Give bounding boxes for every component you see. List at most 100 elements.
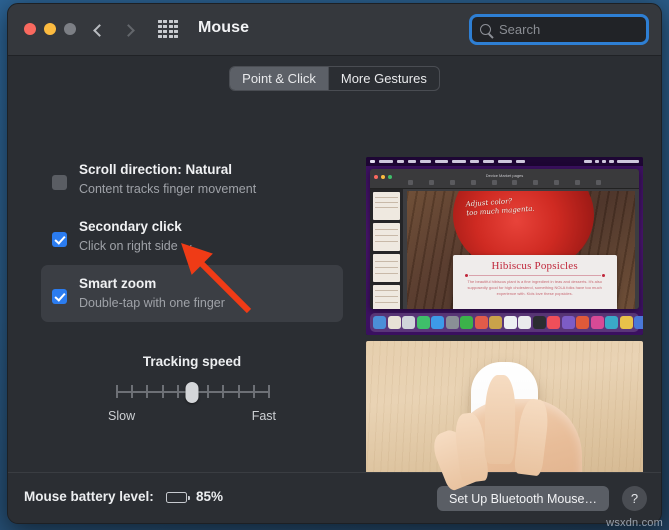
dock-icon — [503, 316, 517, 329]
recipe-body: The beautiful hibiscus plant is a fine i… — [467, 278, 602, 296]
checkbox-secondary-click[interactable] — [52, 232, 67, 247]
screen: Mouse Search Point & Click More Gestures — [0, 0, 669, 530]
chevron-left-icon — [93, 23, 106, 37]
slider-tick — [146, 385, 149, 398]
tracking-speed-slider[interactable] — [116, 382, 270, 403]
back-button[interactable] — [86, 18, 110, 42]
window-titlebar: Mouse Search — [8, 4, 661, 56]
pages-toolbar: Device Market pages — [370, 169, 639, 189]
option-text: Smart zoom Double-tap with one finger — [79, 274, 225, 313]
mac-menu-status-items — [584, 160, 639, 163]
dock-icon — [605, 316, 618, 329]
dock-icon — [489, 316, 502, 329]
dock-icon — [387, 316, 401, 329]
set-up-bluetooth-mouse-button[interactable]: Set Up Bluetooth Mouse… — [437, 486, 609, 511]
dock-icon — [561, 316, 575, 329]
recipe-card: Hibiscus Popsicles The beautiful hibiscu… — [452, 254, 617, 309]
zoom-button[interactable] — [64, 23, 76, 35]
slider-min-label: Slow — [108, 409, 136, 423]
dock-icon — [460, 316, 473, 329]
dock-icon — [634, 316, 643, 329]
tracking-speed-label: Tracking speed — [142, 354, 242, 369]
slider-tick — [207, 385, 210, 398]
tracking-speed-group: Tracking speed Slow Fast — [41, 354, 343, 423]
traffic-light-buttons — [24, 23, 76, 35]
pages-app-window: Device Market pages Adjust color? too mu… — [370, 169, 639, 309]
dock-icon — [431, 316, 444, 329]
battery-percent: 85% — [196, 489, 224, 504]
tab-more-gestures[interactable]: More Gestures — [327, 67, 439, 90]
chevron-right-icon — [122, 23, 135, 37]
option-subtitle: Content tracks finger movement — [79, 182, 257, 196]
search-field-wrapper[interactable]: Search — [469, 14, 649, 45]
slider-tick — [268, 385, 270, 398]
tab-group: Point & Click More Gestures — [229, 66, 440, 91]
option-subtitle: Click on right side — [79, 239, 178, 253]
show-all-grid-icon[interactable] — [158, 20, 178, 38]
slider-tick — [161, 385, 164, 398]
dock-icon — [518, 316, 531, 329]
forward-button[interactable] — [118, 18, 142, 42]
search-input[interactable]: Search — [469, 14, 649, 45]
checkbox-scroll-direction[interactable] — [52, 175, 67, 190]
slider-tick — [116, 385, 118, 398]
pages-toolbar-icons — [400, 180, 609, 186]
preferences-content: Point & Click More Gestures Scroll direc… — [8, 56, 661, 513]
page-title: Mouse — [198, 19, 250, 36]
dock-icon — [402, 316, 415, 329]
page-thumbnail — [373, 223, 400, 251]
option-popup-button[interactable]: Click on right side — [79, 237, 192, 256]
dock-icon — [619, 316, 633, 329]
dock-icon — [547, 316, 560, 329]
mac-dock — [370, 313, 643, 332]
dock-icon — [532, 316, 546, 329]
option-row-smart-zoom[interactable]: Smart zoom Double-tap with one finger — [41, 265, 343, 322]
tab-bar: Point & Click More Gestures — [8, 66, 661, 91]
option-row-scroll-direction[interactable]: Scroll direction: Natural Content tracks… — [41, 151, 343, 208]
page-thumbnail — [373, 285, 400, 309]
help-button[interactable]: ? — [622, 486, 647, 511]
option-text: Scroll direction: Natural Content tracks… — [79, 160, 256, 199]
page-thumbnail — [373, 254, 400, 282]
option-text: Secondary click Click on right side — [79, 217, 192, 256]
preview-pages-screenshot: Device Market pages Adjust color? too mu… — [366, 157, 643, 335]
slider-tick — [176, 385, 179, 398]
close-button[interactable] — [24, 23, 36, 35]
slider-max-label: Fast — [251, 409, 276, 423]
option-title: Secondary click — [79, 219, 182, 234]
pages-document-title: Device Market pages — [485, 173, 524, 178]
pages-thumbnail-sidebar — [370, 189, 403, 309]
macos-desktop-mock: Device Market pages Adjust color? too mu… — [366, 157, 643, 335]
index-finger — [484, 375, 517, 466]
slider-tick — [237, 385, 240, 398]
minimize-button[interactable] — [44, 23, 56, 35]
battery-level-label: Mouse battery level: — [24, 489, 154, 504]
recipe-heading: Hibiscus Popsicles — [491, 259, 578, 272]
slider-knob[interactable] — [185, 382, 199, 403]
checkbox-smart-zoom[interactable] — [52, 289, 67, 304]
option-title: Smart zoom — [79, 276, 157, 291]
mouse-preferences-window: Mouse Search Point & Click More Gestures — [7, 3, 662, 524]
chevron-down-icon — [182, 241, 192, 250]
option-row-secondary-click[interactable]: Secondary click Click on right side — [41, 208, 343, 265]
option-subtitle: Double-tap with one finger — [79, 296, 225, 310]
battery-icon — [166, 492, 190, 503]
bottom-status-bar: Mouse battery level: 85% Set Up Bluetoot… — [8, 472, 661, 523]
divider — [464, 273, 605, 277]
mac-menu-bar — [366, 157, 643, 166]
dock-icon — [474, 316, 488, 329]
slider-tick — [222, 385, 225, 398]
search-icon — [480, 24, 491, 35]
option-title: Scroll direction: Natural — [79, 162, 233, 177]
watermark: wsxdn.com — [606, 517, 663, 529]
dock-icon — [416, 316, 430, 329]
tab-point-and-click[interactable]: Point & Click — [230, 67, 328, 90]
dock-icon — [445, 316, 459, 329]
search-placeholder: Search — [499, 22, 541, 37]
options-list: Scroll direction: Natural Content tracks… — [41, 151, 343, 322]
pages-canvas: Adjust color? too much magenta. Hibiscus… — [403, 189, 639, 309]
page-thumbnail — [373, 192, 400, 220]
slider-tick — [252, 385, 255, 398]
document-page: Adjust color? too much magenta. Hibiscus… — [407, 191, 635, 309]
slider-end-labels: Slow Fast — [108, 409, 276, 423]
